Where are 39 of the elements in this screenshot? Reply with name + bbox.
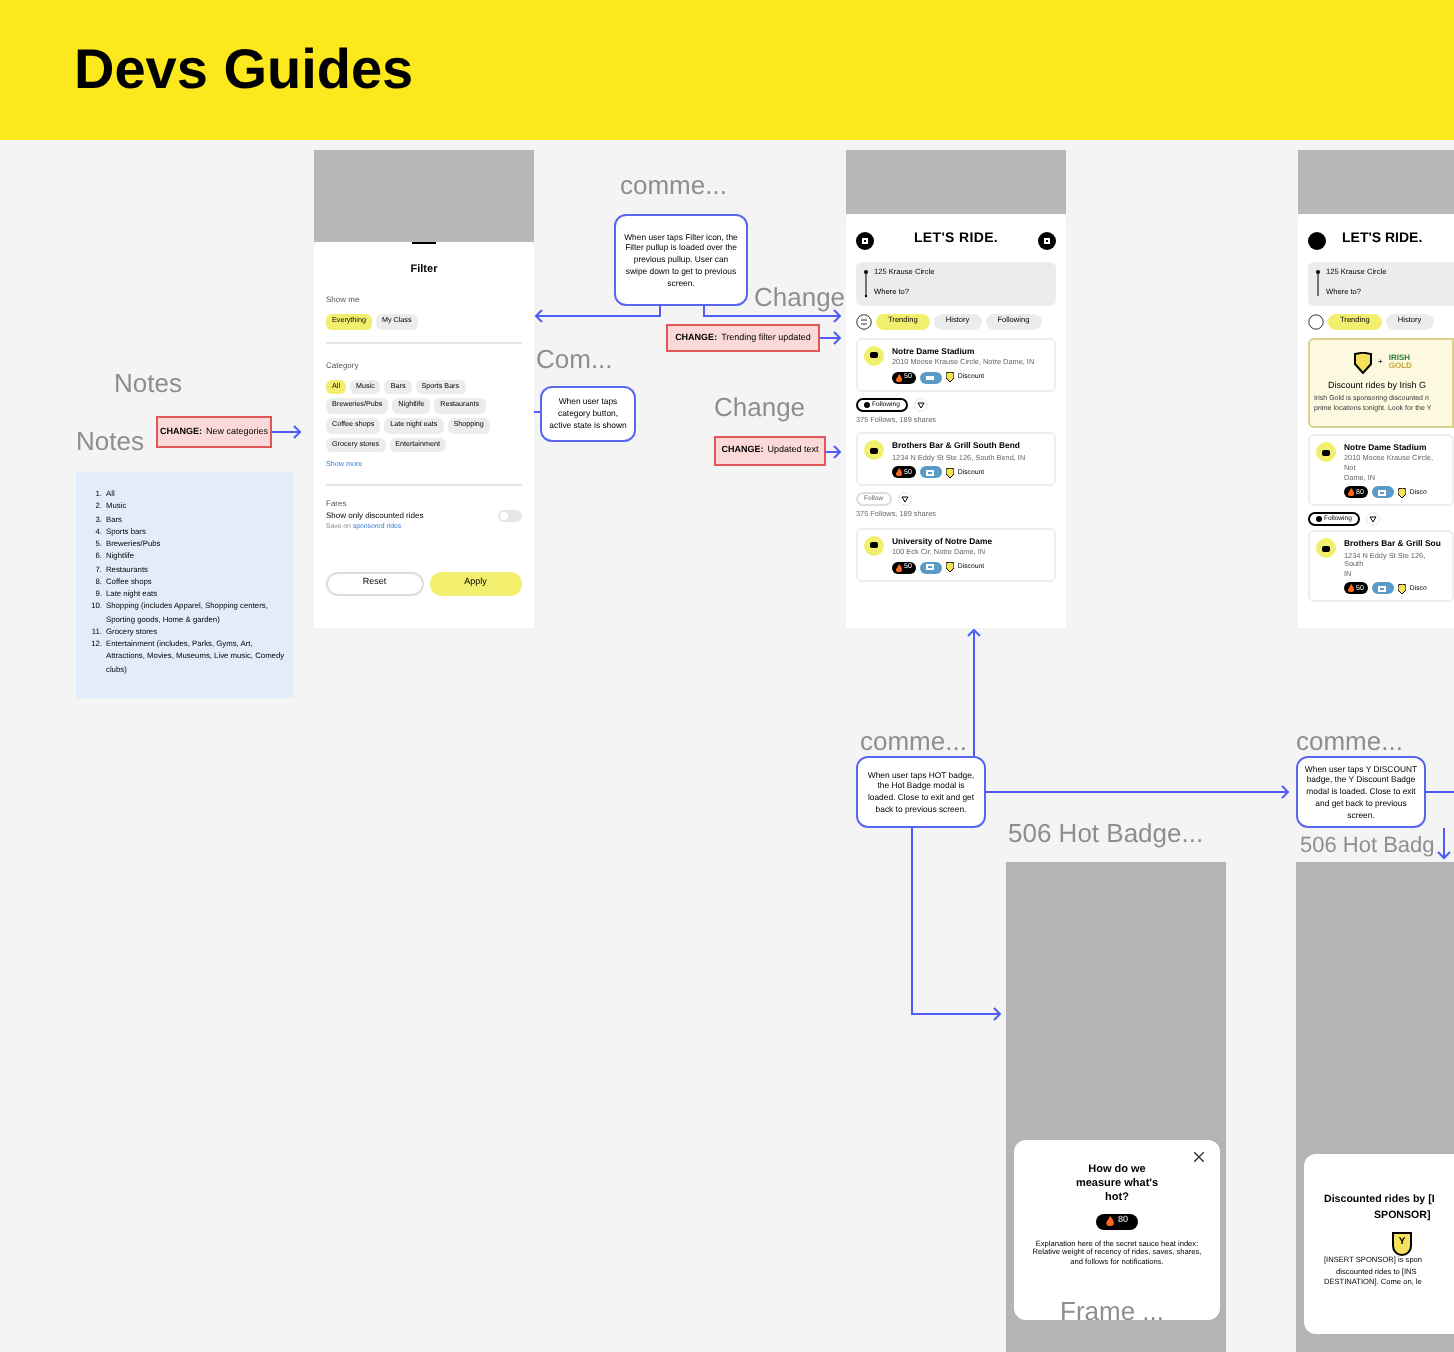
- ride-badge[interactable]: [919, 561, 942, 574]
- frame-title: 506 Hot Badge...: [1008, 816, 1204, 852]
- venue-icon: [864, 535, 884, 556]
- ride-badge[interactable]: [1371, 582, 1394, 595]
- frame-title: 506 Hot Badg: [1300, 832, 1435, 862]
- venue-icon: [864, 345, 884, 366]
- flame-icon: [896, 373, 902, 382]
- drag-handle[interactable]: [412, 242, 436, 244]
- connector-arrow: [1437, 827, 1451, 860]
- filter-icon[interactable]: [1308, 313, 1324, 330]
- flame-icon: [1348, 488, 1354, 497]
- connector-arrow: [819, 331, 842, 345]
- notes-label: Notes: [114, 366, 182, 402]
- flame-icon: [896, 563, 902, 572]
- notes-label: Notes: [76, 424, 144, 460]
- ride-badge[interactable]: [919, 371, 942, 384]
- discount-toggle[interactable]: [498, 509, 522, 522]
- flame-icon: [896, 468, 902, 477]
- flame-icon: [1348, 584, 1354, 593]
- venue-icon: [864, 440, 884, 461]
- close-icon[interactable]: [1194, 1152, 1204, 1162]
- share-icon[interactable]: [897, 492, 912, 507]
- ride-badge[interactable]: [919, 466, 942, 479]
- flame-icon: [1105, 1216, 1114, 1227]
- ride-badge[interactable]: [1371, 486, 1394, 499]
- route-line-icon: [864, 267, 868, 299]
- shield-icon: [1354, 351, 1373, 374]
- filter-icon[interactable]: [856, 313, 872, 330]
- frame-title: Frame ...: [1060, 1294, 1165, 1330]
- connector-arrow: [271, 425, 302, 439]
- change-heading: Change: [714, 390, 806, 426]
- share-icon[interactable]: [913, 397, 928, 412]
- connector-arrow: [825, 445, 842, 459]
- share-icon[interactable]: [1365, 512, 1380, 527]
- venue-icon: [1316, 538, 1336, 559]
- venue-icon: [1316, 442, 1336, 463]
- page-title: Devs Guides: [74, 36, 414, 104]
- route-line-icon: [1316, 267, 1320, 299]
- change-heading: Change: [754, 280, 846, 316]
